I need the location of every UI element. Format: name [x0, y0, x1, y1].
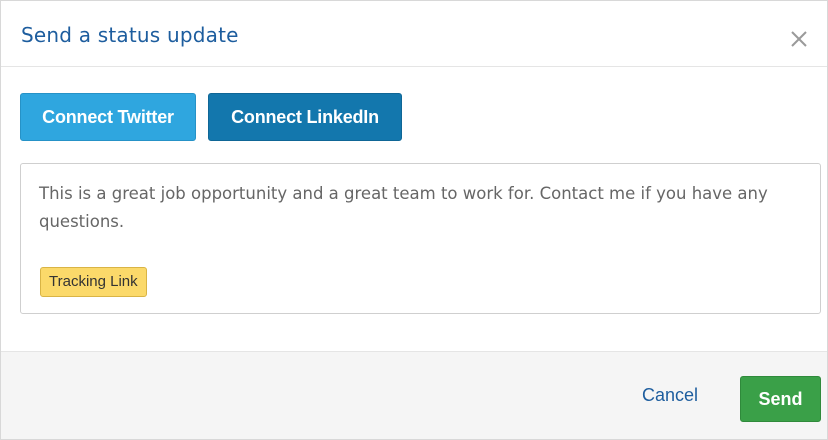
connect-linkedin-button[interactable]: Connect LinkedIn	[208, 93, 402, 141]
status-text[interactable]: This is a great job opportunity and a gr…	[39, 180, 809, 236]
close-button[interactable]	[789, 29, 809, 49]
connect-twitter-button[interactable]: Connect Twitter	[20, 93, 196, 141]
send-button[interactable]: Send	[740, 376, 821, 422]
dialog-title: Send a status update	[21, 23, 239, 47]
cancel-button[interactable]: Cancel	[642, 385, 698, 406]
close-icon	[789, 29, 809, 49]
dialog-header: Send a status update	[1, 1, 827, 67]
dialog-footer: Cancel Send	[1, 351, 827, 439]
tracking-link-tag[interactable]: Tracking Link	[40, 267, 147, 297]
status-update-dialog: Send a status update Connect Twitter Con…	[0, 0, 828, 440]
status-textarea[interactable]: This is a great job opportunity and a gr…	[20, 163, 821, 314]
